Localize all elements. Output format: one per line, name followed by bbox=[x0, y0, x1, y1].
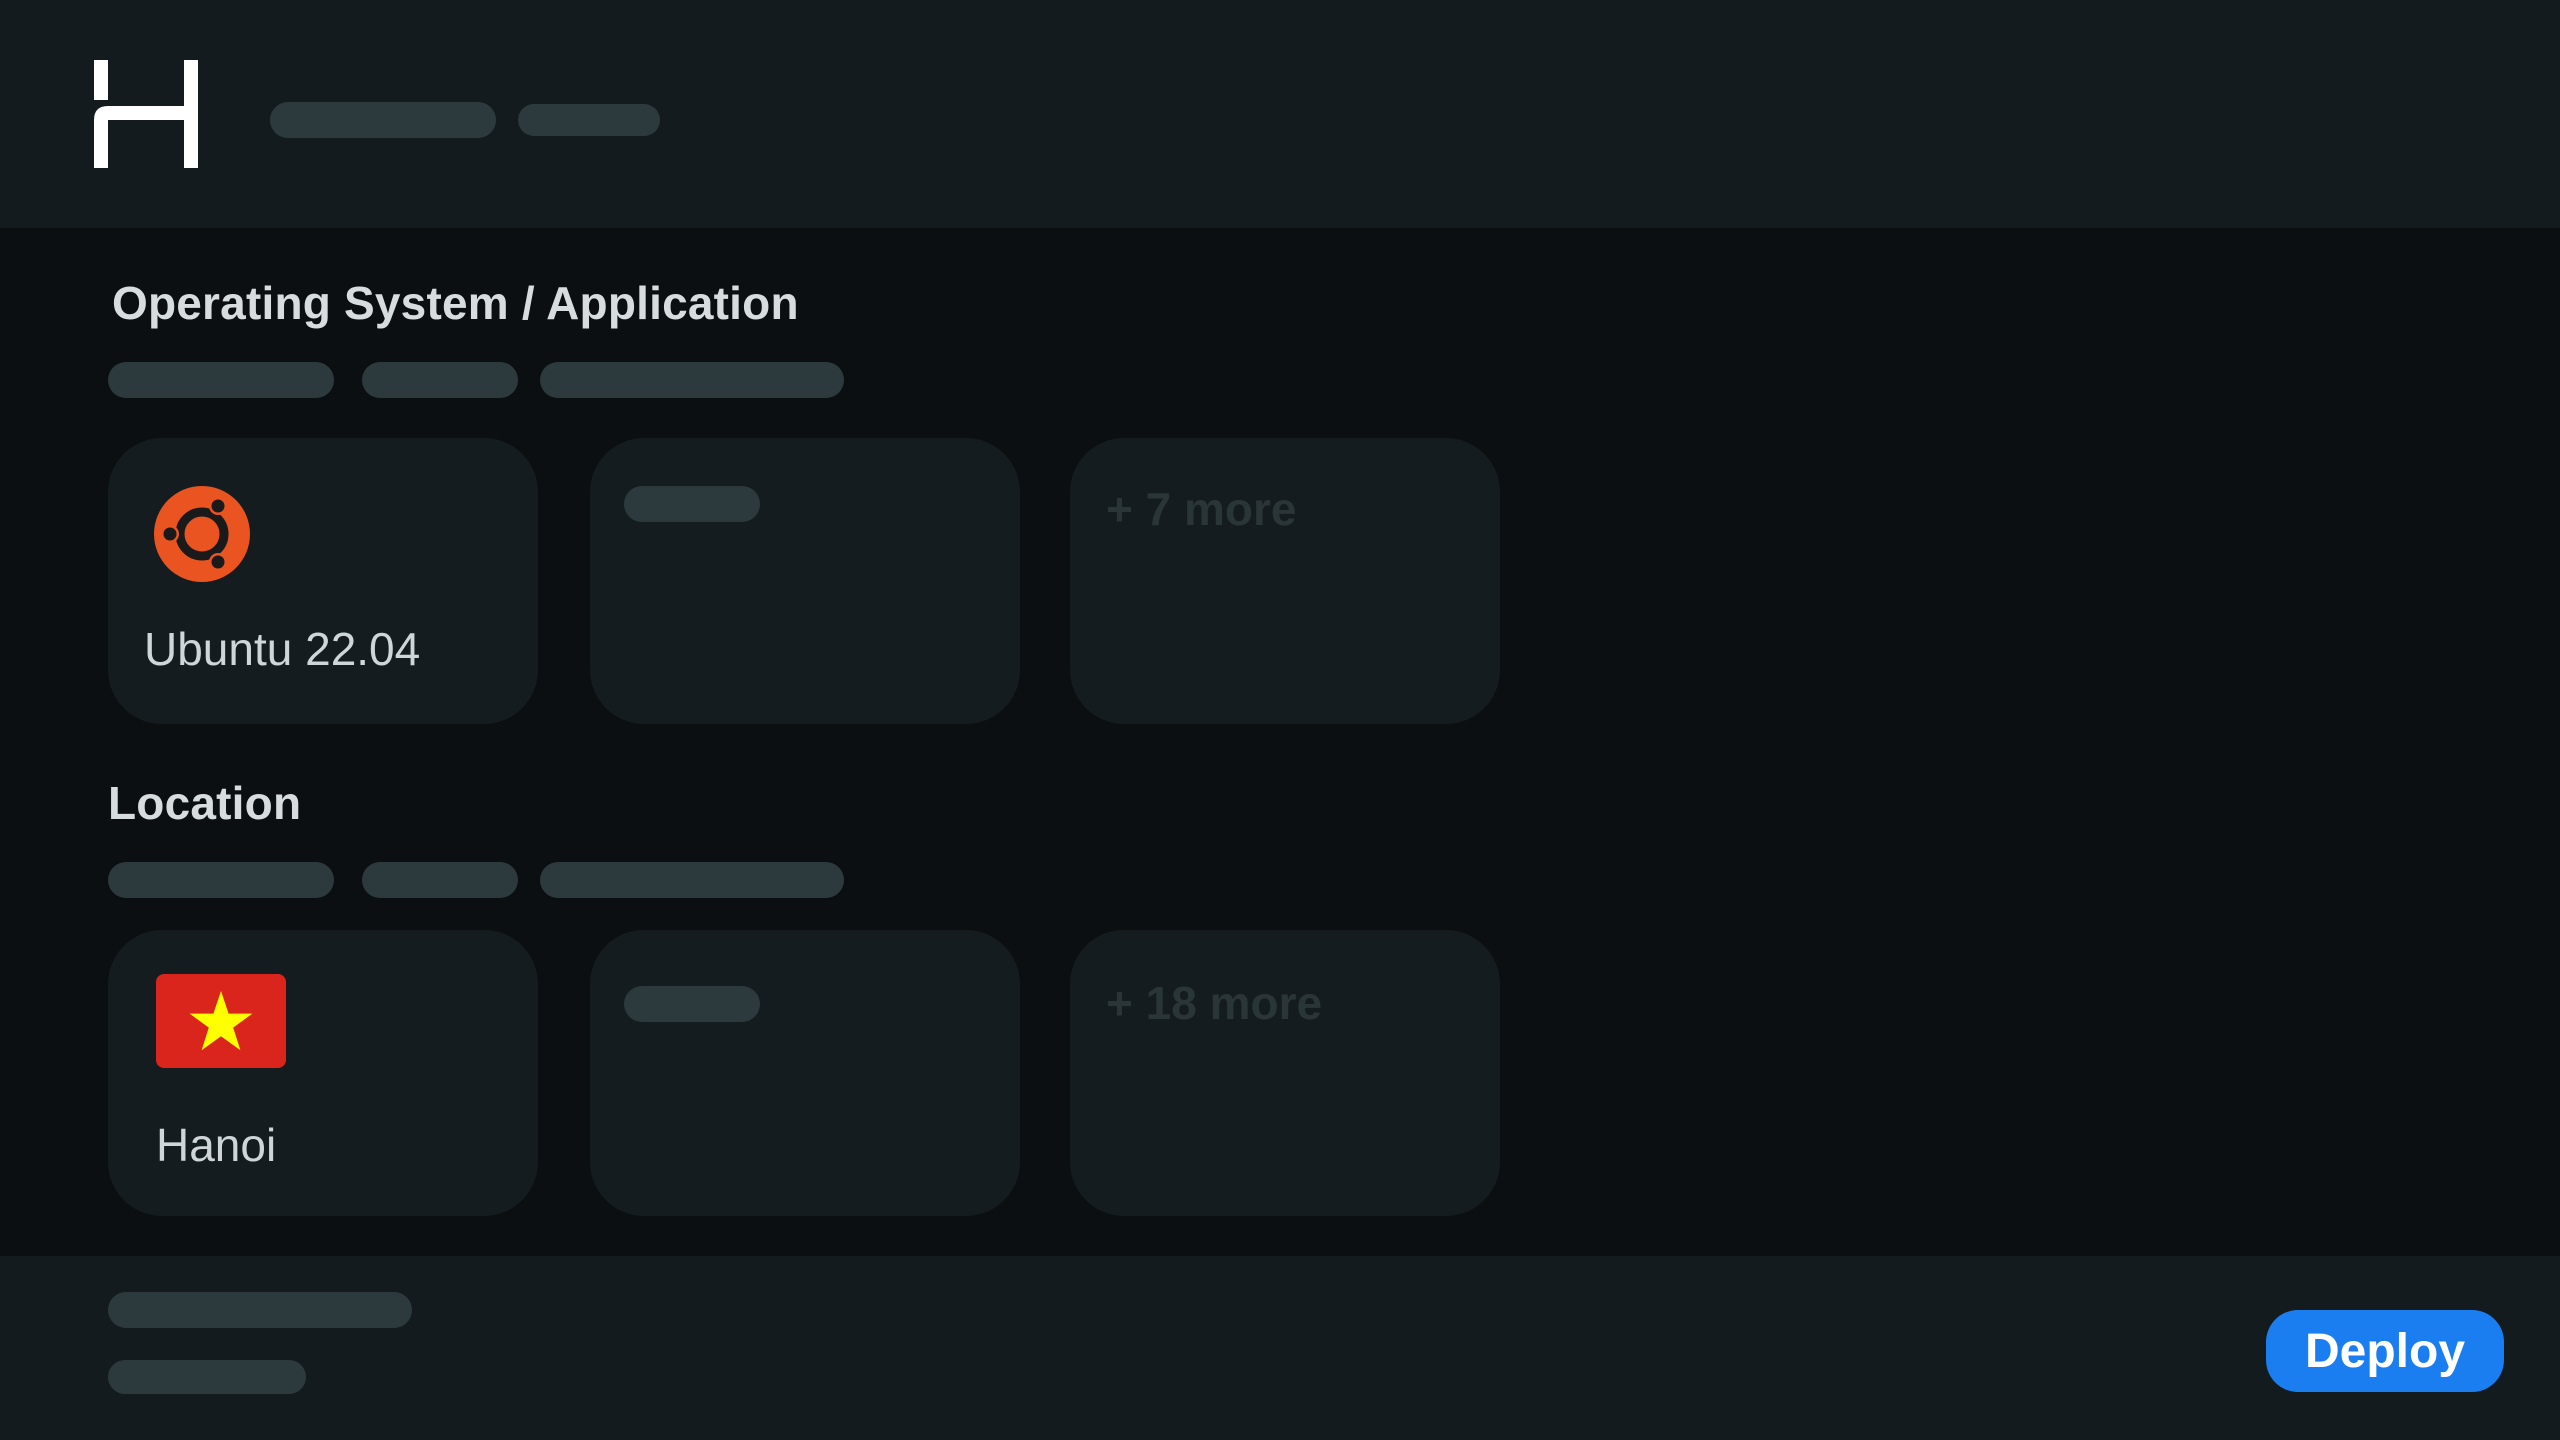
os-card-skeleton bbox=[624, 486, 760, 522]
header-skeleton-2 bbox=[518, 104, 660, 136]
os-filter-skeleton-2 bbox=[362, 362, 518, 398]
os-filter-skeleton-3 bbox=[540, 362, 844, 398]
location-filter-skeleton-1 bbox=[108, 862, 334, 898]
footer-skeleton-2 bbox=[108, 1360, 306, 1394]
location-card-label: Hanoi bbox=[156, 1119, 277, 1171]
location-card-more[interactable]: + 18 more bbox=[1070, 930, 1500, 1216]
os-section-title: Operating System / Application bbox=[112, 277, 799, 329]
app-root: Operating System / Application Ubuntu 22… bbox=[0, 0, 2560, 1440]
footer-skeleton-1 bbox=[108, 1292, 412, 1328]
deploy-button[interactable]: Deploy bbox=[2266, 1310, 2504, 1392]
os-filter-skeleton-1 bbox=[108, 362, 334, 398]
os-card-more[interactable]: + 7 more bbox=[1070, 438, 1500, 724]
location-section-title: Location bbox=[108, 777, 302, 829]
location-filter-skeleton-3 bbox=[540, 862, 844, 898]
h-logo-icon[interactable] bbox=[94, 60, 198, 168]
header-bar bbox=[0, 0, 2560, 228]
footer-bar bbox=[0, 1256, 2560, 1440]
os-card-placeholder[interactable] bbox=[590, 438, 1020, 724]
header-skeleton-1 bbox=[270, 102, 496, 138]
location-filter-skeleton-2 bbox=[362, 862, 518, 898]
os-card-ubuntu[interactable]: Ubuntu 22.04 bbox=[108, 438, 538, 724]
os-card-label: Ubuntu 22.04 bbox=[144, 623, 421, 675]
vietnam-flag-icon bbox=[156, 974, 286, 1068]
os-more-label: + 7 more bbox=[1106, 483, 1297, 535]
location-more-label: + 18 more bbox=[1106, 977, 1323, 1029]
location-card-hanoi[interactable]: Hanoi bbox=[108, 930, 538, 1216]
location-card-skeleton bbox=[624, 986, 760, 1022]
location-card-placeholder[interactable] bbox=[590, 930, 1020, 1216]
ubuntu-icon bbox=[154, 486, 250, 582]
